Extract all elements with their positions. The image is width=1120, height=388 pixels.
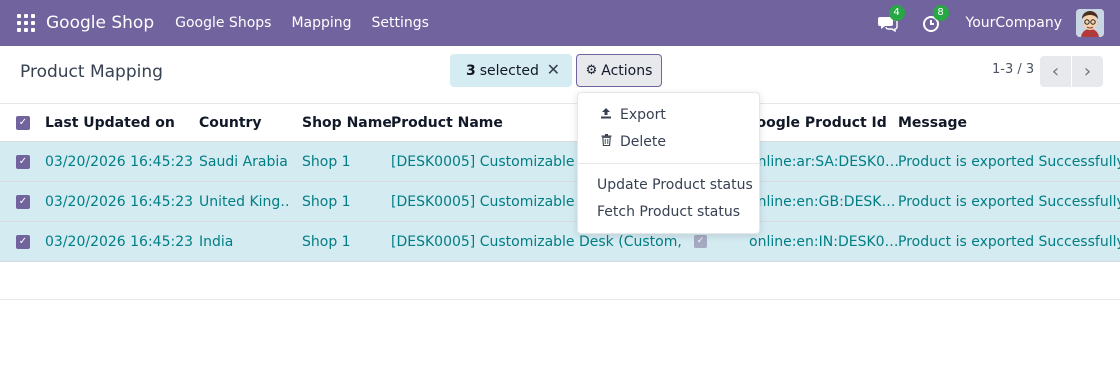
cell-country: United King…: [199, 193, 291, 210]
cell-shop-name: Shop 1: [302, 233, 351, 250]
app-brand[interactable]: Google Shop: [46, 13, 154, 33]
cell-google-product-id: online:en:IN:DESK0…: [749, 233, 899, 250]
cell-last-updated: 03/20/2026 16:45:23: [45, 153, 194, 170]
menu-settings[interactable]: Settings: [372, 15, 429, 31]
cell-google-product-id: online:en:GB:DESK…: [749, 193, 896, 210]
actions-label: Actions: [601, 62, 653, 79]
row-checkbox[interactable]: ✓: [16, 235, 30, 249]
cell-shop-name: Shop 1: [302, 153, 351, 170]
avatar-icon: [1076, 9, 1104, 37]
chevron-left-icon: ‹: [1051, 61, 1060, 82]
clear-selection-icon[interactable]: ✕: [547, 60, 560, 79]
menu-mapping[interactable]: Mapping: [291, 15, 351, 31]
pager-previous-button[interactable]: ‹: [1040, 56, 1071, 87]
page-title: Product Mapping: [20, 62, 163, 82]
cell-product-name: [DESK0005] Customizable De: [391, 193, 599, 210]
column-header-last-updated[interactable]: Last Updated on: [45, 104, 175, 141]
select-all-checkbox[interactable]: ✓: [16, 116, 30, 130]
pager-next-button[interactable]: ›: [1072, 56, 1103, 87]
table-row[interactable]: ✓ 03/20/2026 16:45:23 United King… Shop …: [0, 182, 1120, 222]
apps-menu-icon[interactable]: [17, 14, 35, 32]
cell-last-updated: 03/20/2026 16:45:23: [45, 193, 194, 210]
cell-country: India: [199, 233, 234, 250]
messages-button[interactable]: 4: [877, 5, 905, 33]
column-header-message[interactable]: Message: [898, 104, 967, 141]
cell-message: Product is exported Successfully: [898, 233, 1120, 250]
export-menu-item[interactable]: Export: [578, 101, 759, 128]
delete-label: Delete: [620, 133, 666, 150]
actions-button[interactable]: ⚙ Actions: [576, 54, 662, 87]
top-navbar: Google Shop Google Shops Mapping Setting…: [0, 0, 1120, 46]
chevron-right-icon: ›: [1083, 61, 1092, 82]
column-header-shop-name[interactable]: Shop Name: [302, 104, 392, 141]
table-header: ✓ Last Updated on Country Shop Name Prod…: [0, 104, 1120, 142]
table-row[interactable]: ✓ 03/20/2026 16:45:23 India Shop 1 [DESK…: [0, 222, 1120, 262]
gear-icon: ⚙: [585, 63, 598, 78]
selected-label: selected: [479, 62, 539, 79]
menu-google-shops[interactable]: Google Shops: [175, 15, 271, 31]
cell-country: Saudi Arabia: [199, 153, 288, 170]
activities-badge: 8: [932, 5, 949, 21]
pager-value[interactable]: 1-3 / 3: [992, 62, 1034, 77]
company-switcher[interactable]: YourCompany: [966, 15, 1063, 31]
fetch-product-status-item[interactable]: Fetch Product status: [578, 198, 759, 225]
row-checkbox[interactable]: ✓: [16, 155, 30, 169]
user-avatar[interactable]: [1076, 9, 1104, 37]
table-row[interactable]: ✓ 03/20/2026 16:45:23 Saudi Arabia Shop …: [0, 142, 1120, 182]
row-checkbox[interactable]: ✓: [16, 195, 30, 209]
cell-message: Product is exported Successfully: [898, 153, 1120, 170]
cell-message: Product is exported Successfully: [898, 193, 1120, 210]
update-product-status-item[interactable]: Update Product status: [578, 171, 759, 198]
column-header-google-product-id[interactable]: Google Product Id: [745, 104, 887, 141]
cell-shop-name: Shop 1: [302, 193, 351, 210]
trash-icon: [599, 134, 613, 149]
upload-icon: [599, 107, 613, 122]
cell-product-name: [DESK0005] Customizable De: [391, 153, 599, 170]
delete-menu-item[interactable]: Delete: [578, 128, 759, 155]
selection-indicator: 3 selected ✕: [450, 54, 572, 87]
menu-divider: [578, 163, 759, 164]
cell-last-updated: 03/20/2026 16:45:23: [45, 233, 194, 250]
control-panel: Product Mapping 3 selected ✕ ⚙ Actions 1…: [0, 46, 1120, 104]
selected-count: 3: [466, 62, 476, 79]
navbar-systray: 4 8 YourCompany: [877, 0, 1104, 46]
column-header-country[interactable]: Country: [199, 104, 262, 141]
cell-google-product-id: online:ar:SA:DESK0…: [749, 153, 900, 170]
readonly-checkbox: ✓: [694, 235, 707, 248]
main-menu: Google Shops Mapping Settings: [175, 15, 429, 31]
table-empty-row: [0, 262, 1120, 300]
messages-badge: 4: [888, 5, 905, 21]
column-header-product-name[interactable]: Product Name: [391, 104, 503, 141]
actions-dropdown: Export Delete Update Product status Fetc…: [577, 92, 760, 234]
mapping-table: ✓ Last Updated on Country Shop Name Prod…: [0, 104, 1120, 262]
activities-button[interactable]: 8: [922, 5, 949, 33]
export-label: Export: [620, 106, 666, 123]
